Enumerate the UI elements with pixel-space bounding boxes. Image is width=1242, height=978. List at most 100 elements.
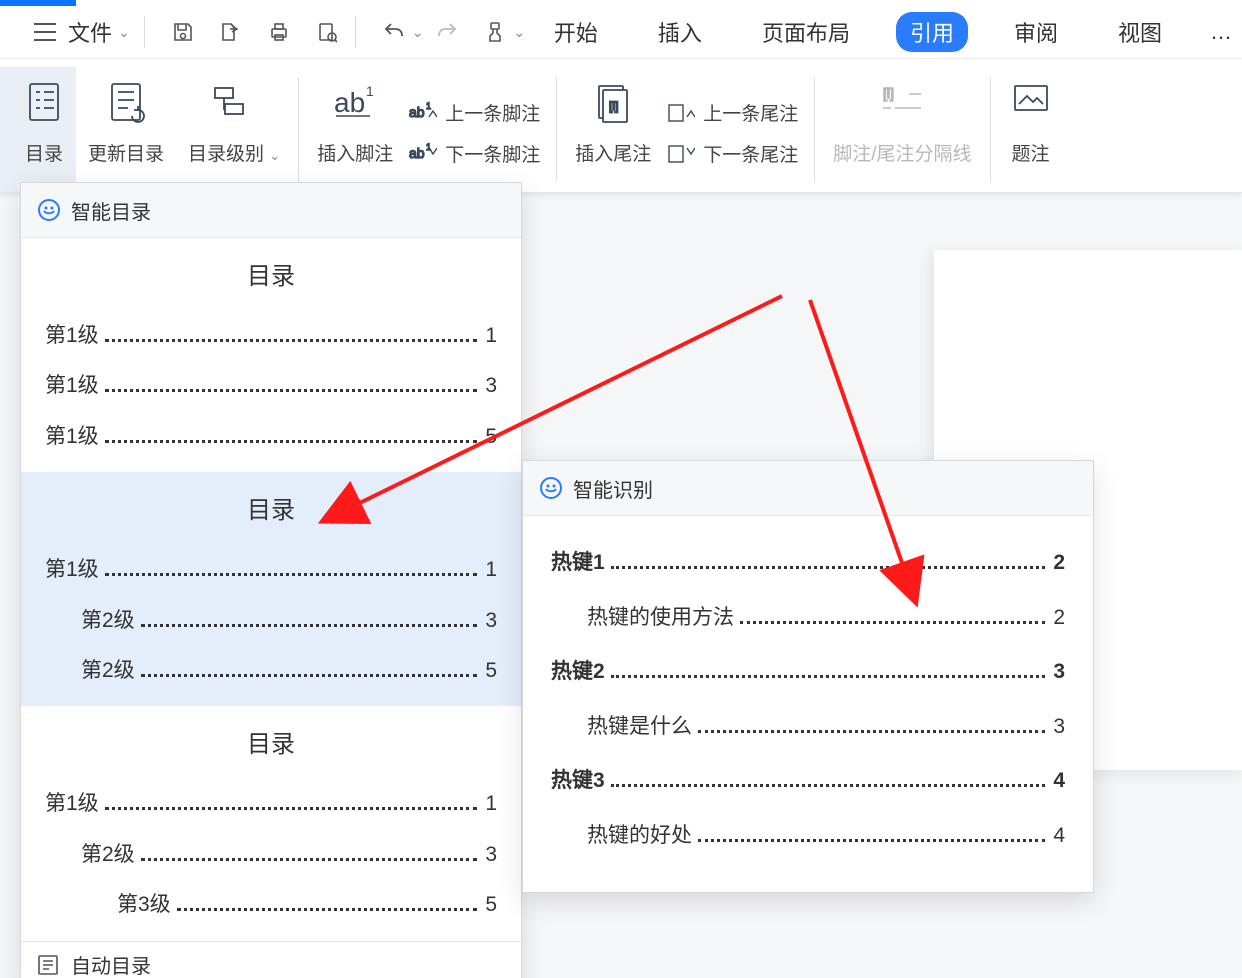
toc-icon: [24, 69, 64, 135]
toc-line-label: 第1级: [45, 361, 99, 411]
leader-dots: [698, 730, 1045, 733]
smart-toc-label: 智能目录: [71, 196, 151, 225]
toc-line: 第1级 1: [45, 545, 497, 595]
toc-heading: 目录: [45, 490, 497, 525]
toc-line-page: 2: [1049, 591, 1065, 646]
prev-endnote-icon: [667, 101, 695, 123]
svg-text:ab: ab: [334, 87, 365, 118]
undo-dropdown-icon[interactable]: ⌄: [412, 24, 424, 41]
ribbon-next-endnote[interactable]: 下一条尾注: [667, 140, 798, 167]
export-icon[interactable]: [213, 14, 249, 50]
toc-line-label: 热键3: [551, 754, 605, 809]
tab-start[interactable]: 开始: [540, 12, 612, 52]
toc-line-page: 3: [1049, 645, 1065, 700]
ribbon-caption[interactable]: 题注: [997, 67, 1057, 192]
toc-line-label: 第1级: [45, 779, 99, 829]
ribbon-tabs: 开始 插入 页面布局 引用 审阅 视图 …: [540, 6, 1242, 58]
ribbon-separator-line: [i] 脚注/尾注分隔线: [821, 67, 983, 192]
toc-line-page: 4: [1049, 809, 1065, 864]
toc-line: 第1级 5: [45, 412, 497, 462]
ribbon-update-toc[interactable]: 更新目录: [76, 67, 176, 192]
preview-icon[interactable]: [309, 14, 345, 50]
ribbon-prev-endnote[interactable]: 上一条尾注: [667, 99, 798, 126]
svg-text:ab: ab: [409, 104, 425, 120]
toc-line: 热键的使用方法 2: [551, 591, 1065, 646]
tab-reference[interactable]: 引用: [896, 12, 968, 52]
ribbon: 目录 更新目录 目录级别 ⌄ ab1 插入脚注 ab1 上一条脚注 ab1: [0, 59, 1242, 193]
update-toc-icon: [106, 69, 146, 135]
toc-line-page: 3: [481, 596, 497, 646]
insert-endnote-icon: [i]: [591, 69, 635, 135]
print-icon[interactable]: [261, 14, 297, 50]
sep-line-icon: [i]: [877, 69, 927, 135]
save-icon[interactable]: [165, 14, 201, 50]
svg-text:1: 1: [366, 83, 374, 99]
toc-line: 第2级5: [45, 646, 497, 696]
leader-dots: [740, 621, 1045, 624]
ribbon-next-footnote[interactable]: ab1 下一条脚注: [409, 140, 540, 167]
toc-line: 热键34: [551, 754, 1065, 809]
smart-toc-icon: [37, 198, 61, 222]
toc-heading: 目录: [45, 256, 497, 291]
toc-line-page: 2: [1049, 536, 1065, 591]
toc-template-option[interactable]: 目录第1级 1 第2级 3第2级5: [21, 472, 521, 706]
menu-icon[interactable]: [30, 17, 60, 47]
ribbon-insert-footnote[interactable]: ab1 插入脚注: [305, 67, 405, 192]
toc-template-option[interactable]: 目录第1级 1 第2级 3第3级5: [21, 706, 521, 940]
tab-pagelayout[interactable]: 页面布局: [748, 12, 864, 52]
toc-template-option[interactable]: 目录第1级 1第1级3第1级 5: [21, 238, 521, 472]
toc-line: 热键1 2: [551, 536, 1065, 591]
ribbon-prev-footnote[interactable]: ab1 上一条脚注: [409, 99, 540, 126]
toc-line: 第1级3: [45, 361, 497, 411]
auto-toc-row[interactable]: 自动目录: [21, 941, 521, 978]
leader-dots: [105, 339, 478, 342]
toc-line: 第3级5: [45, 880, 497, 930]
toc-line: 热键的好处 4: [551, 809, 1065, 864]
format-brush-icon[interactable]: [477, 14, 513, 50]
tab-more[interactable]: …: [1208, 15, 1234, 49]
toc-line-label: 热键的使用方法: [551, 591, 734, 646]
toc-line-page: 1: [481, 779, 497, 829]
chevron-down-icon: ⌄: [118, 24, 130, 41]
leader-dots: [141, 858, 478, 861]
tab-review[interactable]: 审阅: [1000, 12, 1072, 52]
toc-line-label: 第2级: [45, 596, 135, 646]
toc-line-label: 第1级: [45, 545, 99, 595]
redo-icon[interactable]: [429, 14, 465, 50]
leader-dots: [611, 675, 1046, 678]
toc-line: 第2级 3: [45, 830, 497, 880]
toc-heading: 目录: [45, 724, 497, 759]
caption-icon: [1009, 69, 1053, 135]
file-menu[interactable]: 文件: [68, 16, 112, 48]
toc-line-page: 5: [481, 412, 497, 462]
undo-icon[interactable]: [376, 14, 412, 50]
toc-line-page: 3: [481, 830, 497, 880]
insert-footnote-icon: ab1: [330, 69, 380, 135]
toc-line-label: 第2级: [45, 830, 135, 880]
leader-dots: [105, 807, 478, 810]
tab-view[interactable]: 视图: [1104, 12, 1176, 52]
smart-recognition-popout: 智能识别 热键12热键的使用方法2热键23热键是什么3热键34热键的好处4: [522, 460, 1094, 893]
toc-line-label: 第1级: [45, 311, 99, 361]
toc-line-label: 热键的好处: [551, 809, 692, 864]
format-dropdown-icon[interactable]: ⌄: [513, 24, 525, 41]
toc-line: 第2级 3: [45, 596, 497, 646]
toc-line-label: 热键是什么: [551, 700, 692, 755]
smart-recognition-icon: [539, 476, 563, 500]
prev-footnote-icon: ab1: [409, 101, 437, 123]
toc-line: 热键23: [551, 645, 1065, 700]
toc-line-page: 1: [481, 311, 497, 361]
leader-dots: [141, 674, 478, 677]
auto-toc-label: 自动目录: [71, 950, 151, 978]
ribbon-insert-endnote[interactable]: [i] 插入尾注: [563, 67, 663, 192]
ribbon-toc[interactable]: 目录: [0, 67, 76, 192]
tab-insert[interactable]: 插入: [644, 12, 716, 52]
toc-line-label: 第1级: [45, 412, 99, 462]
toc-line-label: 热键1: [551, 536, 605, 591]
leader-dots: [611, 784, 1046, 787]
leader-dots: [105, 573, 478, 576]
toc-line-page: 1: [481, 545, 497, 595]
leader-dots: [698, 839, 1045, 842]
toc-line-page: 3: [1049, 700, 1065, 755]
ribbon-toc-level[interactable]: 目录级别 ⌄: [176, 67, 292, 192]
